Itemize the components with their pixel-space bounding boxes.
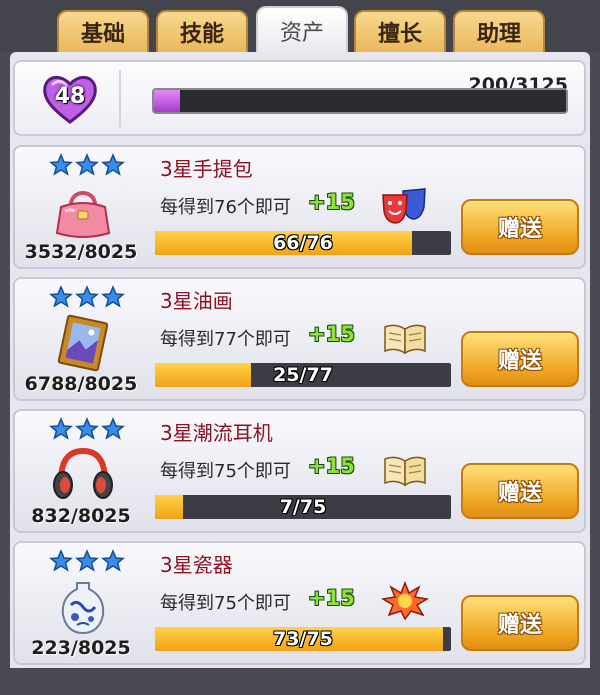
item-card-porcelain: 223/8025 3星瓷器 每得到75个即可 +15 73/75 赠送: [13, 541, 586, 665]
star-icon: [75, 417, 99, 440]
item-name: 3星瓷器: [160, 553, 233, 577]
star-icon: [49, 549, 73, 572]
level-badge: 48: [41, 72, 99, 126]
item-requirement: 每得到75个即可: [160, 593, 291, 614]
bottom-bar: [0, 668, 600, 695]
item-card-painting: 6788/8025 3星油画 每得到77个即可 +15 25/77 赠送: [13, 277, 586, 401]
star-icon: [75, 549, 99, 572]
item-stock: 3532/8025: [24, 241, 138, 263]
explosion-icon: [381, 581, 429, 621]
progress-text: 25/77: [273, 364, 333, 386]
star-icon: [101, 549, 125, 572]
progress-text: 73/75: [273, 628, 333, 650]
star-rating: [49, 285, 125, 309]
star-icon: [49, 153, 73, 176]
book-icon: [384, 324, 426, 355]
star-icon: [101, 417, 125, 440]
item-card-handbag: 3532/8025 3星手提包 每得到76个即可 +15 66/76 赠送: [13, 145, 586, 269]
star-rating: [49, 417, 125, 441]
xp-bar: [152, 88, 568, 114]
gift-button[interactable]: 赠送: [461, 199, 579, 255]
item-bonus: +15: [308, 322, 355, 346]
tab-skills[interactable]: 技能: [156, 10, 248, 52]
star-icon: [49, 417, 73, 440]
item-bonus: +15: [308, 454, 355, 478]
item-stock: 223/8025: [31, 637, 131, 659]
book-icon: [384, 456, 426, 487]
tab-assistant[interactable]: 助理: [453, 10, 545, 52]
tab-specialty[interactable]: 擅长: [354, 10, 446, 52]
item-stock: 6788/8025: [24, 373, 138, 395]
xp-bar-fill: [154, 90, 181, 112]
handbag-icon: [55, 191, 111, 238]
gift-button[interactable]: 赠送: [461, 595, 579, 651]
tab-basic[interactable]: 基础: [57, 10, 149, 52]
item-bonus: +15: [308, 586, 355, 610]
level-number: 48: [54, 84, 86, 109]
item-name: 3星潮流耳机: [160, 421, 273, 445]
item-requirement: 每得到75个即可: [160, 461, 291, 482]
star-icon: [101, 153, 125, 176]
star-rating: [49, 153, 125, 177]
item-requirement: 每得到77个即可: [160, 329, 291, 350]
tab-assets[interactable]: 资产: [256, 6, 348, 54]
tab-bar: 基础 技能 资产 擅长 助理: [0, 0, 600, 54]
star-icon: [49, 285, 73, 308]
porcelain-vase-icon: [61, 582, 105, 635]
item-stock: 832/8025: [31, 505, 131, 527]
headphones-icon: [53, 447, 113, 499]
progress-text: 7/75: [279, 496, 327, 518]
item-requirement: 每得到76个即可: [160, 197, 291, 218]
divider: [119, 70, 121, 128]
star-rating: [49, 549, 125, 573]
item-bonus: +15: [308, 190, 355, 214]
item-name: 3星手提包: [160, 157, 253, 181]
star-icon: [101, 285, 125, 308]
painting-icon: [57, 314, 109, 372]
theater-masks-icon: [382, 188, 426, 224]
level-box: 48 200/3125: [13, 60, 586, 136]
star-icon: [75, 153, 99, 176]
progress-text: 66/76: [273, 232, 333, 254]
item-card-headphones: 832/8025 3星潮流耳机 每得到75个即可 +15 7/75 赠送: [13, 409, 586, 533]
gift-button[interactable]: 赠送: [461, 463, 579, 519]
star-icon: [75, 285, 99, 308]
item-name: 3星油画: [160, 289, 233, 313]
gift-button[interactable]: 赠送: [461, 331, 579, 387]
